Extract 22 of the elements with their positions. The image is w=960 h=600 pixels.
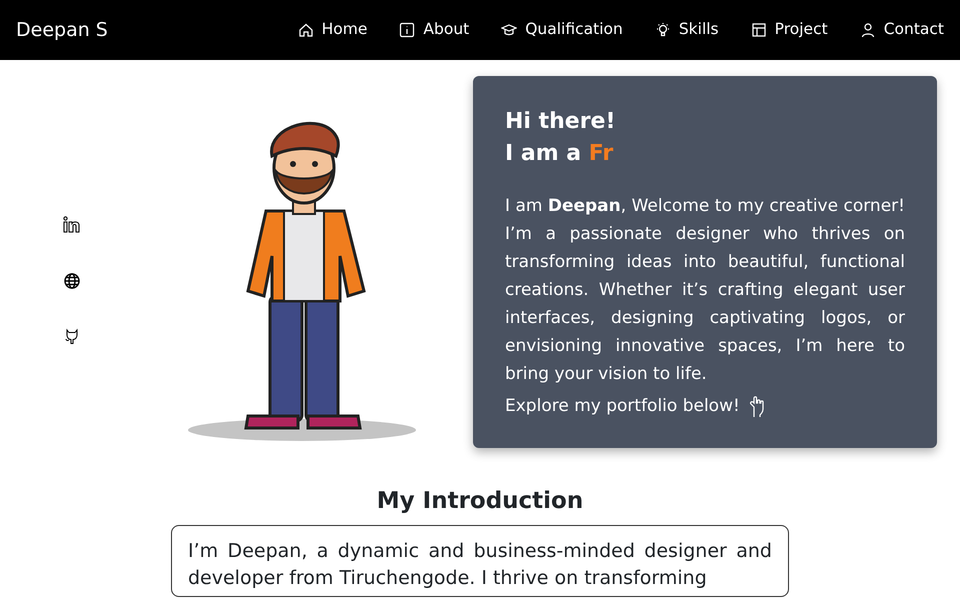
info-icon: [399, 22, 416, 38]
nav-link[interactable]: Contact: [860, 18, 944, 42]
nav-link[interactable]: About: [399, 18, 470, 42]
globe-icon[interactable]: [62, 272, 80, 290]
greeting-heading: Hi there!: [505, 108, 617, 136]
table-icon: [750, 22, 767, 38]
explore-text: Explore my portfolio below!: [505, 395, 740, 418]
nav-link[interactable]: Skills: [654, 18, 719, 42]
nav-link[interactable]: Qualification: [501, 18, 623, 42]
introduction-text: I’m Deepan, a dynamic and business-minded designer and developer from Tiruchengode. I thrive on transforming: [171, 525, 789, 598]
bio-paragraph: I am Deepan, Welcome to my creative corner! I’m a passionate designer who thrives on transforming ideas into beautiful, functional creations. Whether it’s crafting elegant user interfaces, designing captivating logos, or envisioning innovative spaces, I’m here to bring your vision to life.: [505, 195, 905, 386]
brand-name[interactable]: Deepan S: [16, 16, 108, 44]
linkedin-icon[interactable]: [62, 216, 80, 234]
user-icon: [860, 22, 876, 38]
github-icon[interactable]: [62, 328, 80, 346]
home-icon: [298, 22, 314, 38]
section-heading: My Introduction: [376, 488, 584, 516]
typed-tagline: I am a Fr: [505, 140, 614, 168]
graduation-cap-icon: [501, 22, 518, 38]
nav-link[interactable]: Project: [750, 18, 828, 42]
nav-link[interactable]: Home: [298, 18, 368, 42]
lightbulb-icon: [654, 22, 671, 38]
